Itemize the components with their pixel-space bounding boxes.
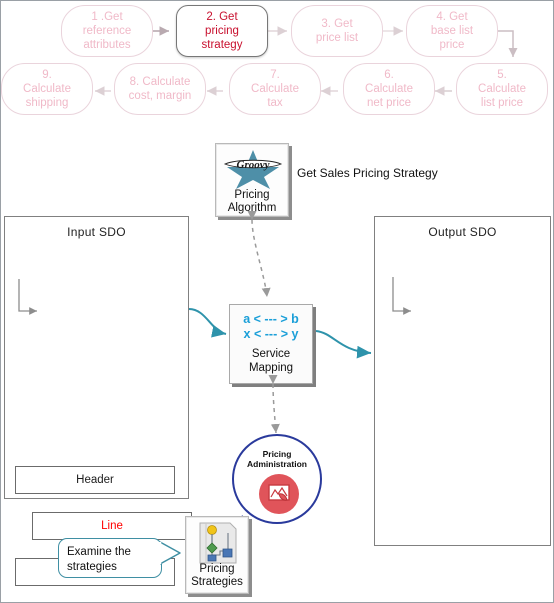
input-sdo-title: Input SDO	[67, 225, 126, 239]
flow-step-1[interactable]: 1 .Get reference attributes	[61, 5, 153, 57]
service-mapping-caption: Service Mapping	[248, 348, 294, 374]
pricing-administration-node[interactable]: Pricing Administration	[232, 434, 322, 524]
flow-step-5-label: 5. Calculate list price	[478, 69, 526, 109]
flow-step-8[interactable]: 8. Calculate cost, margin	[114, 63, 206, 115]
flow-step-8-label: 8. Calculate cost, margin	[128, 76, 192, 102]
flow-step-7[interactable]: 7. Calculate tax	[229, 63, 321, 115]
input-sdo-row-line[interactable]: Line	[32, 512, 192, 540]
pricing-administration-label: Pricing Administration	[247, 449, 307, 469]
pricing-process-flow: 1 .Get reference attributes 2. Get pricing s…	[1, 1, 553, 123]
output-sdo-title: Output SDO	[428, 225, 497, 239]
flow-step-9[interactable]: 9. Calculate shipping	[1, 63, 93, 115]
callout-bubble: Examine the strategies	[58, 538, 162, 578]
flow-step-7-label: 7. Calculate tax	[251, 69, 299, 109]
flow-step-2-label: 2. Get pricing strategy	[201, 11, 243, 51]
input-sdo-row-header-label: Header	[76, 474, 114, 486]
service-mapping-line-1: a < --- > b	[243, 312, 299, 326]
flow-step-9-label: 9. Calculate shipping	[23, 69, 71, 109]
pricing-algorithm-caption: Pricing Algorithm	[227, 189, 277, 214]
pricing-algorithm-node[interactable]: Groovy Pricing Algorithm	[215, 143, 289, 217]
input-sdo-header-to-line-connector	[18, 279, 37, 315]
flow-step-4-label: 4. Get base list price	[430, 11, 474, 51]
pricing-strategies-icon	[199, 522, 237, 564]
callout-text: Examine the strategies	[67, 546, 131, 573]
output-sdo-header-to-line-connector	[392, 277, 411, 315]
callout-tail	[158, 541, 181, 565]
flow-step-6-label: 6. Calculate net price	[365, 69, 413, 109]
pricing-administration-badge-icon	[259, 474, 299, 514]
input-sdo-panel: Input SDO Header Line ItemAttribute Part…	[4, 216, 192, 586]
service-mapping-node[interactable]: a < --- > b x < --- > y Service Mapping	[229, 304, 313, 384]
flow-step-3[interactable]: 3. Get price list	[291, 5, 383, 57]
flow-step-1-label: 1 .Get reference attributes	[82, 11, 132, 51]
flow-step-6[interactable]: 6. Calculate net price	[343, 63, 435, 115]
groovy-wordmark: Groovy	[237, 159, 270, 171]
flow-step-2[interactable]: 2. Get pricing strategy	[176, 5, 268, 57]
diagram-canvas: 1 .Get reference attributes 2. Get pricing s…	[0, 0, 554, 603]
input-sdo-row-header[interactable]: Header	[15, 466, 175, 494]
pricing-admin-glyph-icon	[268, 484, 290, 501]
flow-step-4[interactable]: 4. Get base list price	[406, 5, 498, 57]
output-sdo-panel: Output SDO Header Line CustomerPricingPr…	[374, 216, 551, 546]
service-mapping-line-2: x < --- > y	[243, 327, 299, 341]
pricing-algorithm-annotation: Get Sales Pricing Strategy	[297, 166, 438, 180]
flow-step-3-label: 3. Get price list	[315, 18, 359, 44]
flow-step-5[interactable]: 5. Calculate list price	[456, 63, 548, 115]
input-sdo-row-line-label: Line	[101, 520, 123, 532]
groovy-logo-icon: Groovy	[223, 150, 283, 189]
